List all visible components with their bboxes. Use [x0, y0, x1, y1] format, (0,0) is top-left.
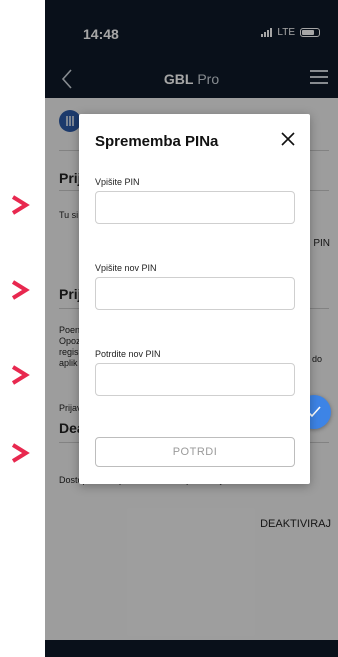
confirm-pin-label: Potrdite nov PIN — [95, 349, 161, 359]
new-pin-label: Vpišite nov PIN — [95, 263, 157, 273]
close-icon[interactable] — [279, 130, 297, 148]
current-pin-input[interactable] — [95, 191, 295, 224]
new-pin-input[interactable] — [95, 277, 295, 310]
chevron-right-icon — [10, 443, 30, 463]
change-pin-dialog: Sprememba PINa Vpišite PIN Vpišite nov P… — [79, 114, 310, 484]
confirm-pin-input[interactable] — [95, 363, 295, 396]
current-pin-label: Vpišite PIN — [95, 177, 140, 187]
chevron-right-icon — [10, 280, 30, 300]
chevron-right-icon — [10, 195, 30, 215]
chevron-right-icon — [10, 365, 30, 385]
dialog-title: Sprememba PINa — [95, 133, 219, 150]
confirm-button[interactable]: POTRDI — [95, 437, 295, 467]
